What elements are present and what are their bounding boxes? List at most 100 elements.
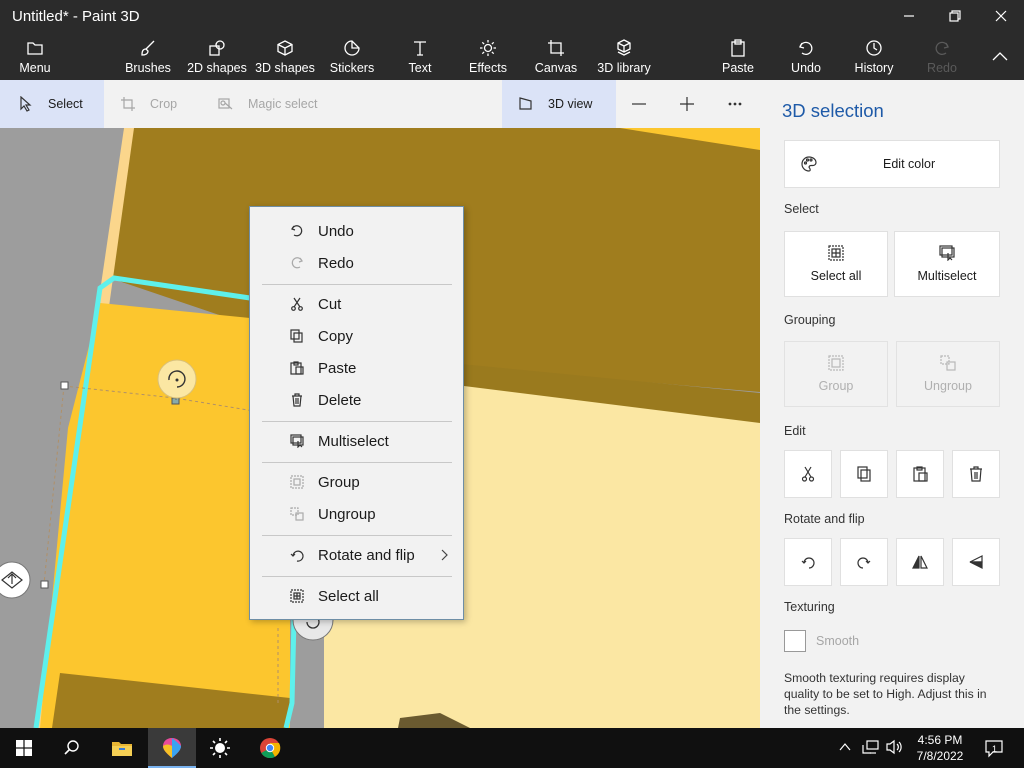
- ctx-cut-label: Cut: [318, 295, 342, 313]
- volume-button[interactable]: [886, 739, 904, 760]
- minimize-icon: [904, 15, 914, 17]
- show-hidden-icons-button[interactable]: [838, 740, 852, 759]
- paste-icon: [731, 39, 745, 57]
- paste-button[interactable]: Paste: [720, 32, 756, 80]
- magic-select-icon: [218, 98, 233, 110]
- ctx-rotate-flip[interactable]: Rotate and flip: [250, 540, 463, 570]
- rotate-right-button[interactable]: [840, 538, 888, 586]
- ctx-multiselect[interactable]: Multiselect: [250, 426, 463, 456]
- minimize-button[interactable]: [886, 0, 932, 32]
- notification-count: 1: [992, 744, 998, 754]
- crop-tool-label: Crop: [150, 97, 178, 111]
- magic-select-button[interactable]: Magic select: [200, 80, 340, 128]
- redo-button[interactable]: Redo: [924, 32, 960, 80]
- text-button[interactable]: Text: [402, 32, 438, 80]
- resize-handle[interactable]: [60, 381, 69, 390]
- z-position-handle[interactable]: [0, 561, 31, 599]
- select-all-button[interactable]: Select all: [784, 231, 888, 297]
- text-icon: [414, 41, 426, 56]
- ungroup-button[interactable]: Ungroup: [896, 341, 1000, 407]
- 3d-view-button[interactable]: 3D view: [502, 80, 616, 128]
- clock[interactable]: 4:56 PM 7/8/2022: [910, 732, 970, 764]
- cut-button[interactable]: [784, 450, 832, 498]
- context-menu: Undo Redo Cut Copy Paste Delete Multisel…: [249, 206, 464, 620]
- close-icon: [995, 10, 1007, 22]
- brushes-label: Brushes: [125, 61, 171, 75]
- canvas-icon: [548, 40, 564, 56]
- taskbar: 4:56 PM 7/8/2022 1: [0, 728, 1024, 768]
- rotate-icon: [290, 548, 304, 562]
- panel-title: 3D selection: [782, 100, 884, 121]
- file-explorer-button[interactable]: [98, 728, 146, 768]
- notifications-button[interactable]: 1: [984, 738, 1004, 763]
- library-icon: [617, 39, 631, 56]
- smooth-checkbox[interactable]: [784, 630, 806, 652]
- ctx-ungroup-label: Ungroup: [318, 505, 376, 523]
- ctx-ungroup[interactable]: Ungroup: [250, 499, 463, 529]
- rotate-handle[interactable]: [157, 359, 197, 399]
- stickers-button[interactable]: Stickers: [326, 32, 378, 80]
- resize-handle[interactable]: [40, 580, 49, 589]
- minus-icon: [632, 103, 646, 105]
- collapse-ribbon-button[interactable]: [986, 32, 1014, 80]
- menu-button[interactable]: Menu: [14, 32, 56, 80]
- chrome-icon: [260, 738, 281, 759]
- zoom-out-button[interactable]: [624, 80, 654, 128]
- zoom-in-button[interactable]: [672, 80, 702, 128]
- copy-button[interactable]: [840, 450, 888, 498]
- multiselect-button[interactable]: Multiselect: [894, 231, 1000, 297]
- delete-button[interactable]: [952, 450, 1000, 498]
- flip-horizontal-button[interactable]: [896, 538, 944, 586]
- paste-icon: [913, 466, 928, 482]
- canvas-button[interactable]: Canvas: [534, 32, 578, 80]
- history-label: History: [854, 61, 894, 75]
- close-button[interactable]: [978, 0, 1024, 32]
- ctx-select-all[interactable]: Select all: [250, 581, 463, 611]
- network-button[interactable]: [862, 739, 880, 760]
- copy-icon: [290, 329, 304, 343]
- window-title: Untitled* - Paint 3D: [12, 8, 140, 25]
- chevron-up-icon: [992, 52, 1008, 61]
- brightness-app-button[interactable]: [196, 728, 244, 768]
- sticker-icon: [344, 40, 360, 56]
- brushes-button[interactable]: Brushes: [122, 32, 174, 80]
- start-button[interactable]: [0, 728, 48, 768]
- search-button[interactable]: [48, 728, 96, 768]
- history-button[interactable]: History: [852, 32, 896, 80]
- edit-color-button[interactable]: Edit color: [784, 140, 1000, 188]
- more-options-button[interactable]: [720, 80, 750, 128]
- paste-button[interactable]: [896, 450, 944, 498]
- rotate-left-button[interactable]: [784, 538, 832, 586]
- effects-button[interactable]: Effects: [466, 32, 510, 80]
- group-button[interactable]: Group: [784, 341, 888, 407]
- cube-icon: [277, 40, 293, 56]
- ungroup-label: Ungroup: [924, 379, 972, 393]
- 3d-library-label: 3D library: [597, 61, 651, 75]
- 3d-shapes-button[interactable]: 3D shapes: [254, 32, 316, 80]
- ctx-delete[interactable]: Delete: [250, 385, 463, 415]
- select-tool-button[interactable]: Select: [0, 80, 104, 128]
- clock-time: 4:56 PM: [917, 733, 963, 747]
- flip-vertical-button[interactable]: [952, 538, 1000, 586]
- 3d-library-button[interactable]: 3D library: [596, 32, 652, 80]
- chrome-button[interactable]: [246, 728, 294, 768]
- ctx-undo[interactable]: Undo: [250, 216, 463, 246]
- rotate-left-icon: [801, 557, 815, 569]
- ctx-group[interactable]: Group: [250, 467, 463, 497]
- ctx-redo[interactable]: Redo: [250, 248, 463, 278]
- crop-tool-button[interactable]: Crop: [104, 80, 188, 128]
- ctx-paste[interactable]: Paste: [250, 353, 463, 383]
- select-tool-label: Select: [48, 97, 83, 111]
- multiselect-label: Multiselect: [917, 269, 977, 283]
- flip-vertical-icon: [969, 555, 983, 569]
- search-icon: [64, 740, 79, 755]
- undo-button[interactable]: Undo: [788, 32, 824, 80]
- ctx-paste-label: Paste: [318, 359, 357, 377]
- group-icon: [290, 475, 304, 489]
- paint3d-taskbar-button[interactable]: [148, 728, 196, 768]
- restore-button[interactable]: [932, 0, 978, 32]
- ctx-copy[interactable]: Copy: [250, 321, 463, 351]
- trash-icon: [290, 393, 304, 407]
- 2d-shapes-button[interactable]: 2D shapes: [186, 32, 248, 80]
- ctx-cut[interactable]: Cut: [250, 289, 463, 319]
